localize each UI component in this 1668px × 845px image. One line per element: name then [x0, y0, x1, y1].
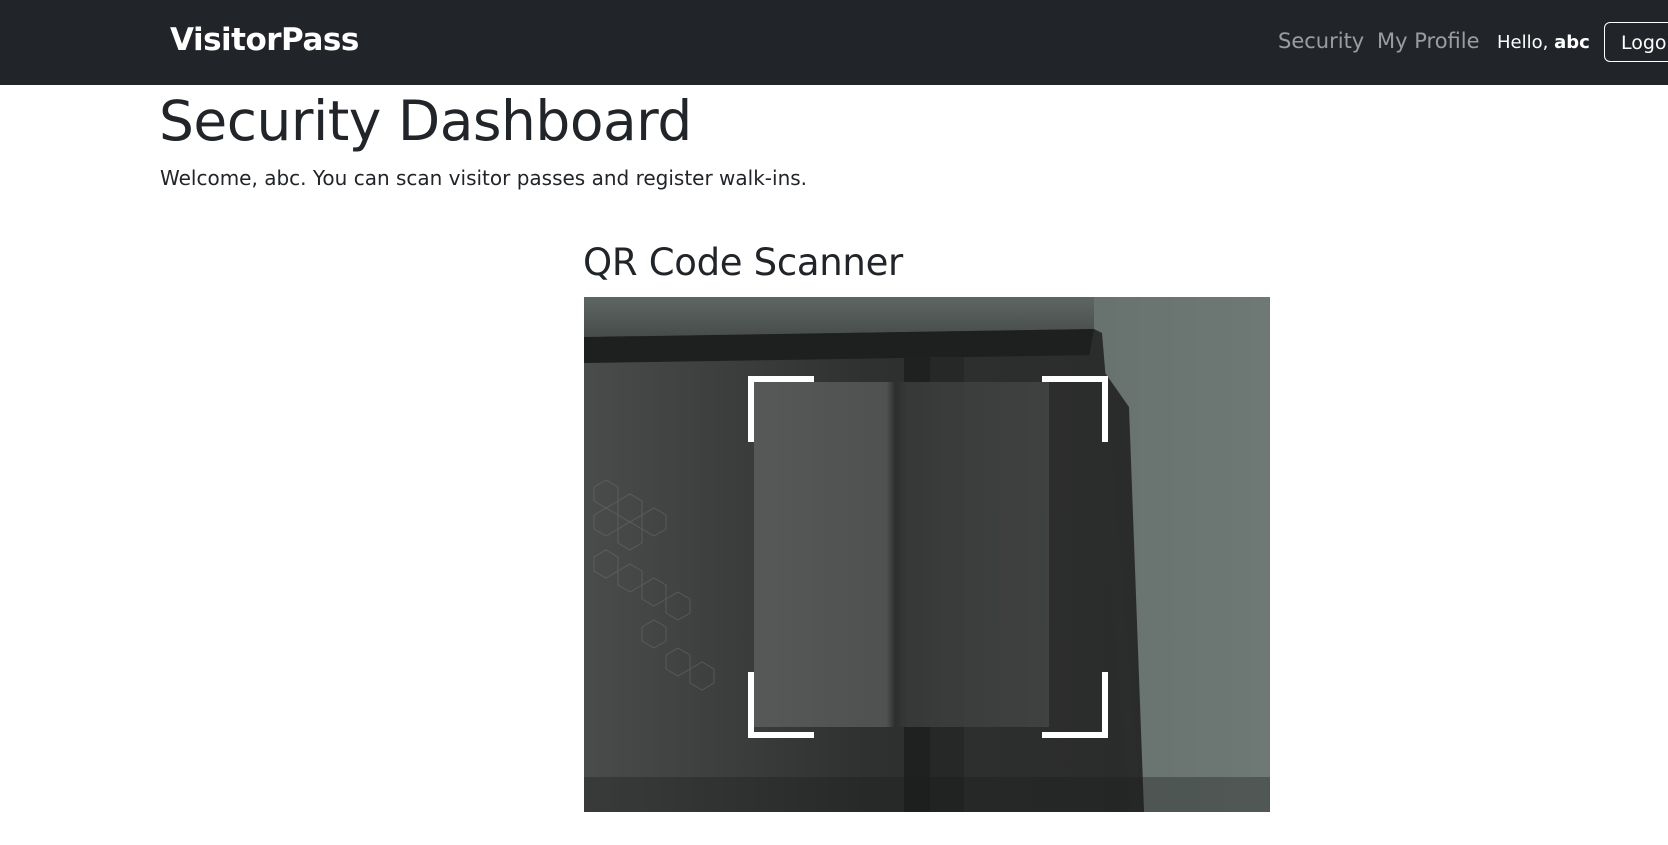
qr-camera-feed[interactable] — [584, 297, 1270, 812]
user-greeting: Hello, abc — [1497, 32, 1590, 53]
username: abc — [1554, 32, 1590, 53]
greeting-text: Hello, — [1497, 32, 1549, 53]
nav-link-security[interactable]: Security — [1278, 29, 1364, 53]
top-navbar: VisitorPass Security My Profile Hello, a… — [0, 0, 1668, 85]
welcome-message: Welcome, abc. You can scan visitor passe… — [160, 166, 808, 190]
scan-frame-corner-bottom-left — [748, 672, 814, 738]
logout-button[interactable]: Logout — [1604, 22, 1668, 62]
scan-frame-corner-bottom-right — [1042, 672, 1108, 738]
nav-link-my-profile[interactable]: My Profile — [1377, 29, 1480, 53]
scan-frame-corner-top-left — [748, 376, 814, 442]
page-title: Security Dashboard — [159, 89, 692, 153]
scanner-title: QR Code Scanner — [583, 241, 903, 284]
brand-logo[interactable]: VisitorPass — [170, 22, 359, 58]
camera-feed-image — [584, 297, 1270, 812]
scan-frame-corner-top-right — [1042, 376, 1108, 442]
